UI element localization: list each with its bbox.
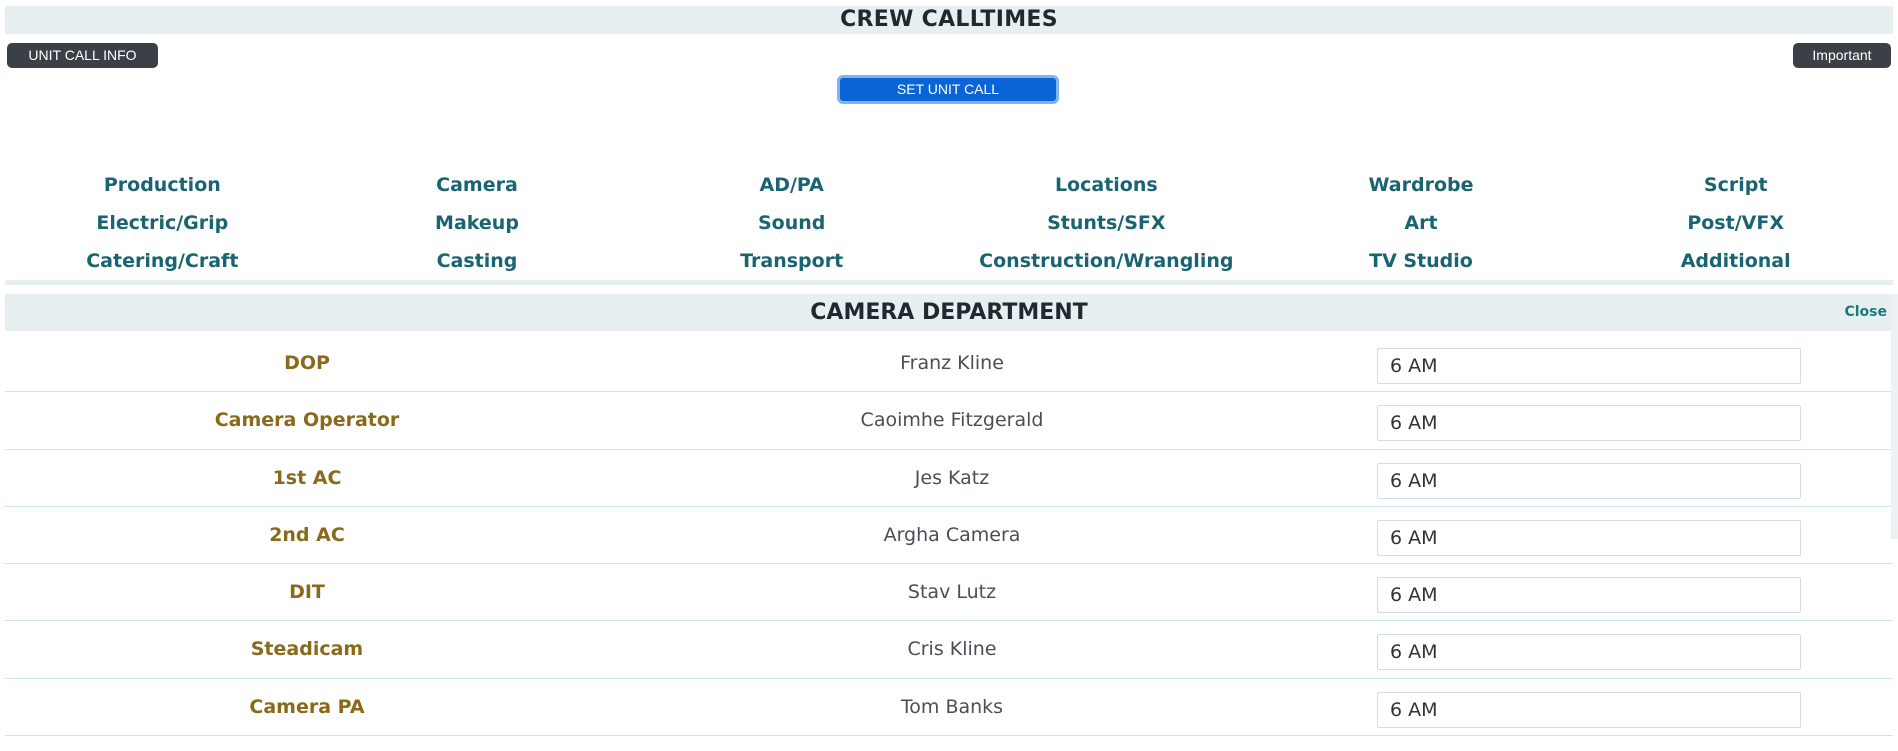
crew-name: Cris Kline [907, 638, 997, 661]
divider [5, 280, 1893, 285]
dept-link-construction-wrangling[interactable]: Construction/Wrangling [949, 250, 1264, 272]
crew-name: Jes Katz [914, 466, 990, 489]
call-time-input[interactable] [1377, 405, 1801, 442]
crew-name: Caoimhe Fitzgerald [860, 409, 1044, 432]
call-time-input[interactable] [1377, 577, 1801, 614]
table-row: Camera PA Tom Banks [5, 679, 1893, 737]
crew-table: DOP Franz Kline Camera Operator Caoimhe … [5, 335, 1893, 737]
crew-role: DIT [289, 581, 325, 604]
crew-role: 1st AC [272, 466, 342, 489]
crew-role: Steadicam [250, 638, 364, 661]
dept-link-tv-studio[interactable]: TV Studio [1264, 250, 1579, 272]
table-row: Camera Operator Caoimhe Fitzgerald [5, 392, 1893, 450]
dept-link-art[interactable]: Art [1264, 212, 1579, 234]
table-row: DIT Stav Lutz [5, 564, 1893, 622]
dept-link-additional[interactable]: Additional [1578, 250, 1893, 272]
section-header: CAMERA DEPARTMENT Close [5, 294, 1893, 331]
dept-link-casting[interactable]: Casting [320, 250, 635, 272]
call-time-input[interactable] [1377, 691, 1801, 728]
dept-link-locations[interactable]: Locations [949, 174, 1264, 196]
dept-link-makeup[interactable]: Makeup [320, 212, 635, 234]
set-unit-call-button[interactable]: SET UNIT CALL [837, 75, 1059, 104]
dept-link-camera[interactable]: Camera [320, 174, 635, 196]
table-row: DOP Franz Kline [5, 335, 1893, 393]
table-row: 2nd AC Argha Camera [5, 507, 1893, 565]
scrollbar[interactable] [1891, 294, 1898, 539]
crew-role: 2nd AC [269, 523, 345, 546]
table-row: Steadicam Cris Kline [5, 621, 1893, 679]
important-button[interactable]: Important [1793, 43, 1891, 68]
crew-name: Argha Camera [883, 523, 1021, 546]
crew-role: Camera PA [249, 695, 365, 718]
department-nav: Production Camera AD/PA Locations Wardro… [5, 166, 1893, 278]
dept-link-script[interactable]: Script [1578, 174, 1893, 196]
page-title: CREW CALLTIMES [5, 6, 1893, 34]
call-time-input[interactable] [1377, 519, 1801, 556]
dept-link-post-vfx[interactable]: Post/VFX [1578, 212, 1893, 234]
crew-name: Stav Lutz [907, 581, 997, 604]
crew-name: Franz Kline [900, 352, 1004, 374]
dept-link-wardrobe[interactable]: Wardrobe [1264, 174, 1579, 196]
call-time-input[interactable] [1377, 348, 1801, 384]
call-time-input[interactable] [1377, 634, 1801, 671]
table-row: 1st AC Jes Katz [5, 450, 1893, 507]
dept-link-catering-craft[interactable]: Catering/Craft [5, 250, 320, 272]
dept-link-stunts-sfx[interactable]: Stunts/SFX [949, 212, 1264, 234]
section-title: CAMERA DEPARTMENT [810, 300, 1088, 325]
dept-link-production[interactable]: Production [5, 174, 320, 196]
close-link[interactable]: Close [1844, 294, 1887, 331]
crew-role: DOP [284, 352, 330, 374]
crew-name: Tom Banks [900, 695, 1004, 718]
call-time-input[interactable] [1377, 462, 1801, 499]
dept-link-electric-grip[interactable]: Electric/Grip [5, 212, 320, 234]
dept-link-sound[interactable]: Sound [634, 212, 949, 234]
dept-link-transport[interactable]: Transport [634, 250, 949, 272]
unit-call-info-button[interactable]: UNIT CALL INFO [7, 43, 158, 68]
dept-link-ad-pa[interactable]: AD/PA [634, 174, 949, 196]
crew-role: Camera Operator [214, 409, 400, 432]
